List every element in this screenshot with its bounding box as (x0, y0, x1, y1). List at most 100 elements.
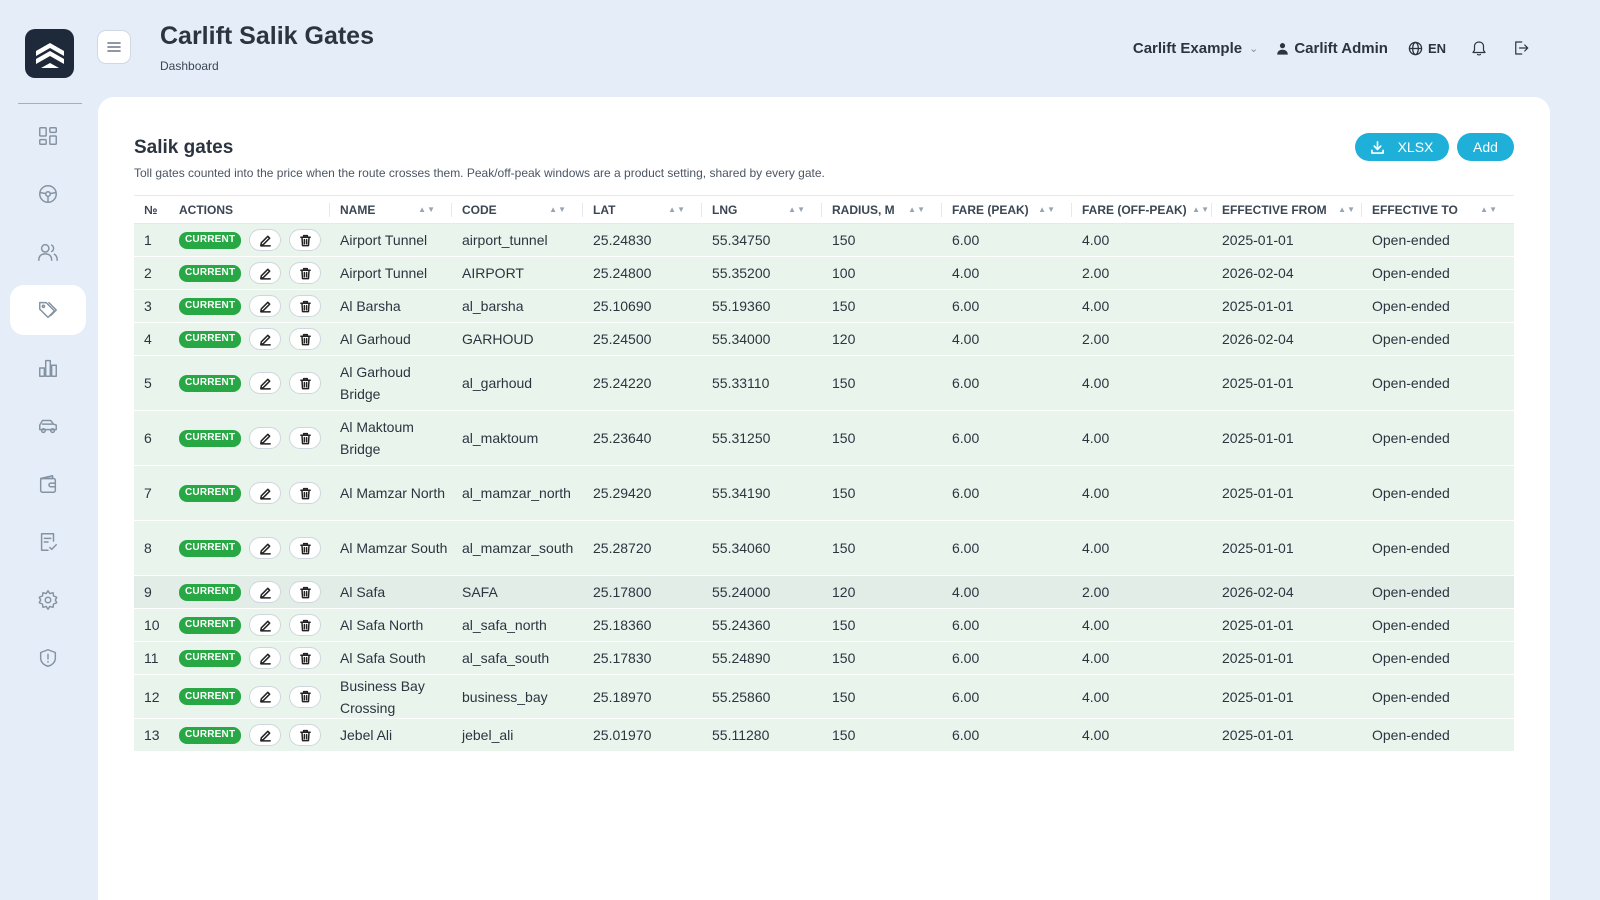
column-header-lat[interactable]: LAT ▲▼ (583, 196, 702, 224)
cell-fare-offpeak: 4.00 (1082, 688, 1110, 705)
column-header-lng[interactable]: LNG ▲▼ (702, 196, 822, 224)
current-badge: CURRENT (179, 616, 242, 634)
delete-button[interactable] (289, 537, 322, 559)
sidebar-item-dashboard[interactable] (10, 111, 86, 161)
menu-toggle-button[interactable] (97, 30, 131, 64)
org-selector[interactable]: Carlift Example ⌄ (1133, 40, 1258, 57)
table-row[interactable]: 3 CURRENT Al Barsha al_barsha 25.10690 5… (134, 290, 1514, 323)
add-gate-button[interactable]: Add (1457, 133, 1514, 161)
table-row[interactable]: 4 CURRENT Al Garhoud GARHOUD 25.24500 55… (134, 323, 1514, 356)
delete-button[interactable] (289, 262, 322, 284)
cell-actions: CURRENT (169, 647, 330, 669)
sidebar-item-security[interactable] (10, 633, 86, 683)
edit-button[interactable] (249, 482, 282, 504)
sort-icon[interactable]: ▲▼ (549, 205, 567, 214)
sort-icon[interactable]: ▲▼ (668, 205, 686, 214)
cell-fare-offpeak: 4.00 (1082, 727, 1110, 743)
table-row[interactable]: 6 CURRENT Al Maktoum Bridge al_maktoum 2… (134, 411, 1514, 466)
delete-button[interactable] (289, 427, 322, 449)
sort-icon[interactable]: ▲▼ (1338, 205, 1356, 214)
export-xlsx-button[interactable]: XLSX (1355, 133, 1449, 161)
sidebar-item-checklist[interactable] (10, 517, 86, 567)
table-row[interactable]: 2 CURRENT Airport Tunnel AIRPORT 25.2480… (134, 257, 1514, 290)
edit-button[interactable] (249, 724, 282, 746)
table-row[interactable]: 11 CURRENT Al Safa South al_safa_south 2… (134, 642, 1514, 675)
sort-icon[interactable]: ▲▼ (418, 205, 436, 214)
notifications-button[interactable] (1470, 39, 1488, 57)
delete-button[interactable] (289, 295, 322, 317)
table-row[interactable]: 7 CURRENT Al Mamzar North al_mamzar_nort… (134, 466, 1514, 521)
column-header-name[interactable]: NAME ▲▼ (330, 196, 452, 224)
table-row[interactable]: 5 CURRENT Al Garhoud Bridge al_garhoud 2… (134, 356, 1514, 411)
edit-button[interactable] (249, 427, 282, 449)
sidebar-item-vehicles[interactable] (10, 401, 86, 451)
cell-effective-to: Open-ended (1372, 727, 1450, 743)
column-header-fare-offpeak[interactable]: FARE (OFF-PEAK) ▲▼ (1072, 196, 1212, 224)
cell-fare-peak: 4.00 (952, 265, 980, 281)
edit-button[interactable] (249, 328, 282, 350)
cell-name: Al Mamzar North (340, 485, 446, 501)
delete-button[interactable] (289, 328, 322, 350)
cell-code: jebel_ali (462, 727, 514, 743)
language-selector[interactable]: EN (1408, 41, 1446, 56)
delete-button[interactable] (289, 614, 322, 636)
delete-button[interactable] (289, 581, 322, 603)
sidebar-item-salik[interactable] (10, 285, 86, 335)
cell-actions: CURRENT (169, 581, 330, 603)
pencil-icon (259, 334, 271, 346)
sort-icon[interactable]: ▲▼ (908, 205, 926, 214)
delete-button[interactable] (289, 229, 322, 251)
user-menu[interactable]: Carlift Admin (1276, 40, 1388, 57)
sidebar-item-users[interactable] (10, 227, 86, 277)
edit-button[interactable] (249, 537, 282, 559)
sidebar-item-wallet[interactable] (10, 459, 86, 509)
breadcrumb[interactable]: Dashboard (160, 59, 219, 73)
edit-button[interactable] (249, 581, 282, 603)
table-row[interactable]: 1 CURRENT Airport Tunnel airport_tunnel … (134, 224, 1514, 257)
cell-number: 7 (144, 485, 152, 501)
edit-button[interactable] (249, 614, 282, 636)
sidebar-item-settings[interactable] (10, 575, 86, 625)
column-header-effective-from[interactable]: EFFECTIVE FROM ▲▼ (1212, 196, 1362, 224)
sort-icon[interactable]: ▲▼ (1480, 205, 1498, 214)
table-row[interactable]: 12 CURRENT Business Bay Crossing busines… (134, 675, 1514, 719)
cell-actions: CURRENT (169, 614, 330, 636)
table-row[interactable]: 9 CURRENT Al Safa SAFA 25.17800 55.24000… (134, 576, 1514, 609)
edit-button[interactable] (249, 295, 282, 317)
delete-button[interactable] (289, 647, 322, 669)
table-row[interactable]: 10 CURRENT Al Safa North al_safa_north 2… (134, 609, 1514, 642)
cell-fare-offpeak: 4.00 (1082, 430, 1110, 446)
sort-icon[interactable]: ▲▼ (1192, 205, 1210, 214)
table-row[interactable]: 13 CURRENT Jebel Ali jebel_ali 25.01970 … (134, 719, 1514, 752)
cell-name: Business Bay Crossing (340, 677, 425, 716)
column-header-code[interactable]: CODE ▲▼ (452, 196, 583, 224)
cell-actions: CURRENT (169, 328, 330, 350)
cell-name: Al Mamzar South (340, 540, 448, 556)
sort-icon[interactable]: ▲▼ (788, 205, 806, 214)
edit-button[interactable] (249, 685, 282, 708)
edit-button[interactable] (249, 647, 282, 669)
table-row[interactable]: 8 CURRENT Al Mamzar South al_mamzar_sout… (134, 521, 1514, 576)
sidebar-item-drivers[interactable] (10, 169, 86, 219)
cell-number: 6 (144, 430, 152, 446)
column-header-radius[interactable]: RADIUS, M ▲▼ (822, 196, 942, 224)
edit-button[interactable] (249, 229, 282, 251)
edit-button[interactable] (249, 372, 282, 394)
tags-icon (39, 301, 57, 319)
cell-radius: 120 (832, 584, 856, 600)
sort-icon[interactable]: ▲▼ (1038, 205, 1056, 214)
delete-button[interactable] (289, 482, 322, 504)
cell-number: 11 (144, 650, 159, 666)
pencil-icon (259, 433, 271, 445)
cell-lat: 25.24500 (593, 331, 652, 347)
delete-button[interactable] (289, 372, 322, 394)
column-header-effective-to[interactable]: EFFECTIVE TO ▲▼ (1362, 196, 1514, 224)
edit-button[interactable] (249, 262, 282, 284)
sidebar-item-reports[interactable] (10, 343, 86, 393)
app-logo[interactable] (25, 29, 74, 78)
delete-button[interactable] (289, 724, 322, 746)
delete-button[interactable] (289, 685, 322, 708)
column-header-fare-peak[interactable]: FARE (PEAK) ▲▼ (942, 196, 1072, 224)
logout-button[interactable] (1512, 39, 1530, 57)
cell-code: AIRPORT (462, 265, 524, 281)
